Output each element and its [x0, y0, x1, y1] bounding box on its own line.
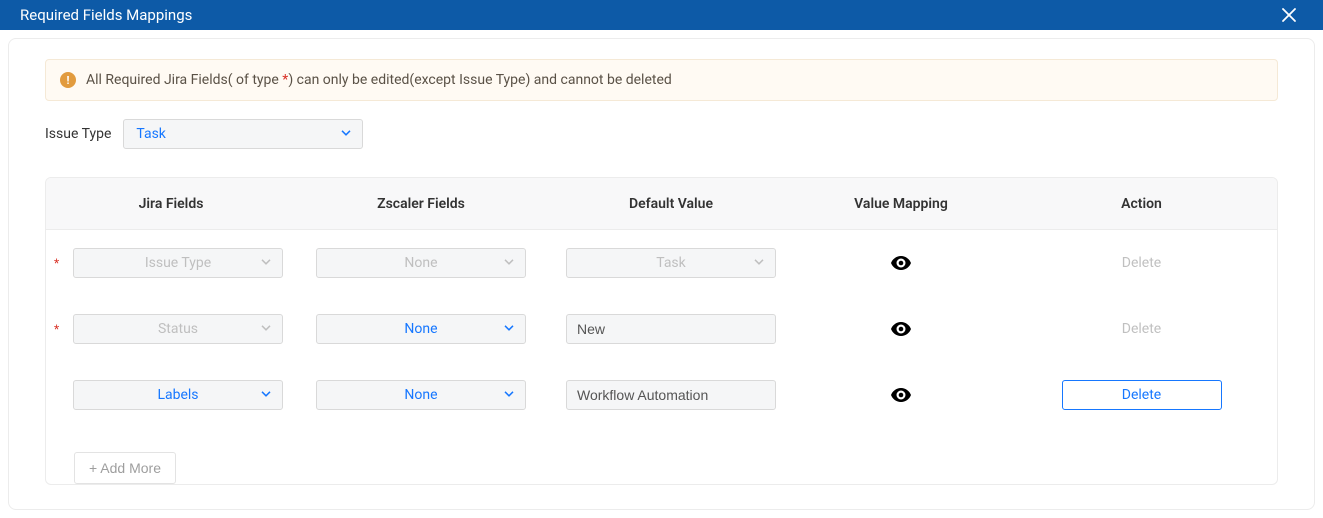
eye-icon[interactable]	[891, 322, 911, 336]
modal: Required Fields Mappings ! All Required …	[0, 0, 1323, 518]
default-value: Task	[567, 255, 775, 271]
issue-type-select[interactable]: Task	[123, 119, 363, 149]
zscaler-field-select: None	[316, 248, 526, 278]
cell-jira: * Status	[46, 314, 296, 344]
modal-body: ! All Required Jira Fields( of type *) c…	[8, 38, 1315, 510]
cell-default	[546, 380, 796, 410]
table-row: * Status None Delete	[46, 296, 1277, 362]
col-header-action: Action	[1006, 196, 1277, 212]
alert-suffix: ) can only be edited(except Issue Type) …	[288, 72, 671, 88]
table-row: * Issue Type None Task Delete	[46, 230, 1277, 296]
required-star: *	[54, 256, 59, 270]
jira-field-value: Issue Type	[74, 255, 282, 271]
zscaler-field-value: None	[317, 255, 525, 271]
warning-icon: !	[60, 72, 76, 88]
cell-zscaler: None	[296, 380, 546, 410]
col-header-default: Default Value	[546, 196, 796, 212]
zscaler-field-select[interactable]: None	[316, 380, 526, 410]
cell-zscaler: None	[296, 248, 546, 278]
cell-action: Delete	[1006, 380, 1277, 410]
cell-zscaler: None	[296, 314, 546, 344]
zscaler-field-select[interactable]: None	[316, 314, 526, 344]
cell-mapping	[796, 322, 1006, 336]
add-more-button[interactable]: + Add More	[74, 452, 176, 484]
required-star: *	[54, 322, 59, 336]
table-body: * Issue Type None Task Delete* Status No…	[46, 230, 1277, 448]
issue-type-label: Issue Type	[45, 126, 111, 142]
alert-prefix: All Required Jira Fields( of type	[86, 72, 282, 88]
delete-button-disabled: Delete	[1122, 255, 1161, 271]
info-alert: ! All Required Jira Fields( of type *) c…	[45, 59, 1278, 101]
eye-icon[interactable]	[891, 388, 911, 402]
cell-default	[546, 314, 796, 344]
col-header-mapping: Value Mapping	[796, 196, 1006, 212]
table-row: Labels None Delete	[46, 362, 1277, 428]
cell-default: Task	[546, 248, 796, 278]
default-value-select: Task	[566, 248, 776, 278]
table-header: Jira Fields Zscaler Fields Default Value…	[46, 178, 1277, 230]
jira-field-select[interactable]: Labels	[73, 380, 283, 410]
default-value-input[interactable]	[566, 314, 776, 344]
jira-field-select: Status	[73, 314, 283, 344]
cell-mapping	[796, 388, 1006, 402]
delete-button[interactable]: Delete	[1062, 380, 1222, 410]
jira-field-value: Status	[74, 321, 282, 337]
cell-mapping	[796, 256, 1006, 270]
col-header-jira: Jira Fields	[46, 196, 296, 212]
zscaler-field-value: None	[317, 321, 525, 337]
eye-icon[interactable]	[891, 256, 911, 270]
delete-button-disabled: Delete	[1122, 321, 1161, 337]
issue-type-row: Issue Type Task	[45, 119, 1278, 149]
add-more-row: + Add More	[46, 448, 1277, 484]
jira-field-select: Issue Type	[73, 248, 283, 278]
alert-text: All Required Jira Fields( of type *) can…	[86, 72, 672, 88]
issue-type-value: Task	[136, 126, 166, 142]
chevron-down-icon	[340, 127, 352, 143]
close-icon[interactable]	[1275, 1, 1303, 29]
cell-action: Delete	[1006, 255, 1277, 271]
col-header-zscaler: Zscaler Fields	[296, 196, 546, 212]
modal-body-outer: ! All Required Jira Fields( of type *) c…	[0, 30, 1323, 518]
zscaler-field-value: None	[317, 387, 525, 403]
modal-title: Required Fields Mappings	[20, 6, 192, 24]
mappings-table: Jira Fields Zscaler Fields Default Value…	[45, 177, 1278, 485]
cell-action: Delete	[1006, 321, 1277, 337]
default-value-input[interactable]	[566, 380, 776, 410]
jira-field-value: Labels	[74, 387, 282, 403]
cell-jira: Labels	[46, 380, 296, 410]
modal-header: Required Fields Mappings	[0, 0, 1323, 30]
cell-jira: * Issue Type	[46, 248, 296, 278]
